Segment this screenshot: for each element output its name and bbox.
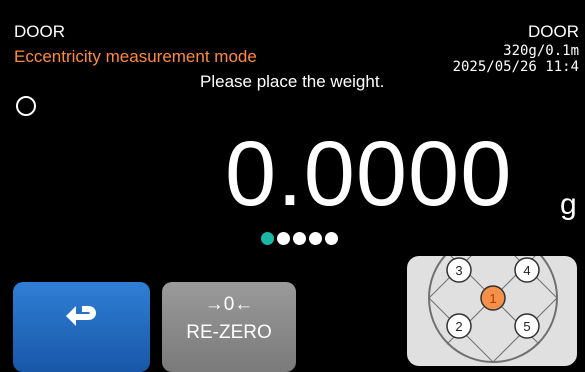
position-label: 3 — [455, 263, 462, 278]
position-label: 4 — [523, 263, 530, 278]
position-label: 1 — [489, 291, 496, 306]
progress-dot — [309, 232, 322, 245]
eccentricity-position-map: 1 2 3 4 5 — [407, 233, 577, 366]
progress-dot — [261, 232, 274, 245]
rezero-label: RE-ZERO — [186, 322, 272, 343]
weight-display: 0.0000 — [225, 123, 513, 225]
position-label: 2 — [455, 319, 462, 334]
progress-dot — [277, 232, 290, 245]
progress-dot — [293, 232, 306, 245]
progress-dot — [325, 232, 338, 245]
mode-title: Eccentricity measurement mode — [14, 47, 257, 66]
return-arrow-icon — [65, 306, 96, 326]
instruction-text: Please place the weight. — [200, 72, 385, 91]
rezero-icon: →0← — [204, 294, 254, 315]
door-label-left: DOOR — [14, 22, 65, 41]
door-label-right: DOOR — [528, 22, 579, 41]
datetime-readout: 2025/05/26 11:4 — [452, 59, 579, 75]
rezero-button[interactable]: →0← RE-ZERO — [162, 282, 296, 372]
stability-indicator-icon — [16, 96, 36, 116]
back-button[interactable] — [13, 282, 150, 372]
position-label: 5 — [523, 319, 530, 334]
weight-unit: g — [560, 188, 577, 221]
capacity-readout: 320g/0.1m — [503, 43, 579, 59]
position-diagram: 1 2 3 4 5 — [428, 233, 558, 363]
step-progress — [261, 232, 338, 245]
